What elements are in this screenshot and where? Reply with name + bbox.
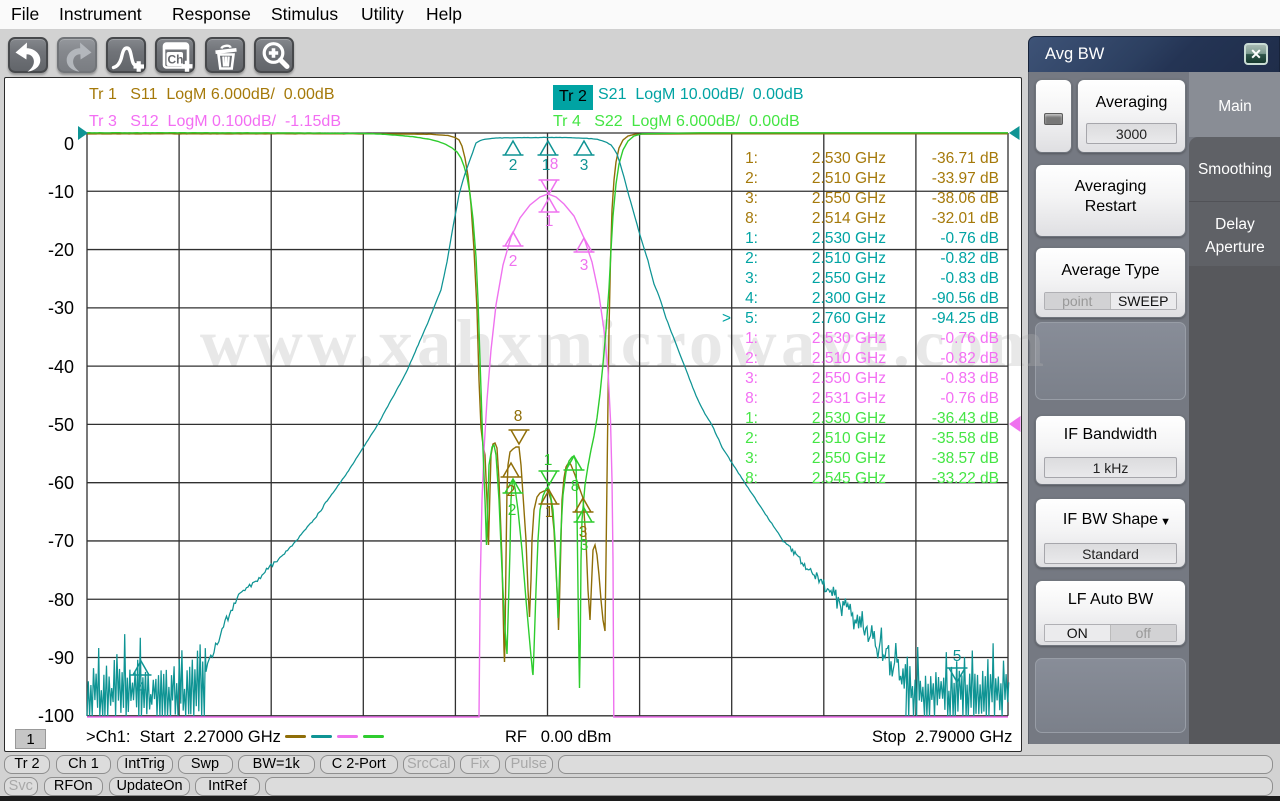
- svg-text:Ch: Ch: [168, 53, 184, 67]
